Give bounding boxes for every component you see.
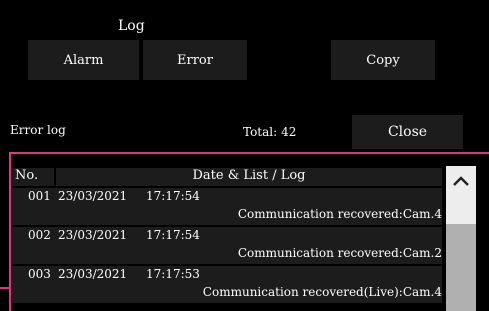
log-table: No. Date & List / Log 001 23/03/2021 17:… [12, 168, 442, 303]
chevron-up-icon [453, 176, 469, 186]
total-count: Total: 42 [243, 125, 296, 139]
header-date-log: Date & List / Log [56, 168, 442, 186]
total-label: Total: [243, 125, 278, 139]
error-button[interactable]: Error [143, 40, 247, 80]
scroll-up-button[interactable] [446, 166, 476, 196]
log-screen: { "title": "Log", "buttons": { "alarm": … [0, 0, 489, 311]
row-time: 17:17:53 [146, 267, 200, 281]
header-no: No. [12, 168, 54, 186]
row-time: 17:17:54 [146, 189, 200, 203]
table-row[interactable]: 002 23/03/2021 17:17:54 Communication re… [12, 227, 442, 264]
accent-connector [0, 287, 9, 289]
error-log-label: Error log [10, 123, 66, 137]
row-message: Communication recovered:Cam.4 [237, 207, 442, 221]
scrollbar[interactable] [446, 166, 476, 311]
row-time: 17:17:54 [146, 228, 200, 242]
page-title: Log [118, 18, 145, 34]
alarm-button[interactable]: Alarm [28, 40, 139, 80]
table-header: No. Date & List / Log [12, 168, 442, 186]
scroll-thumb[interactable] [446, 224, 476, 311]
row-date: 23/03/2021 [58, 189, 128, 203]
close-button[interactable]: Close [352, 115, 463, 149]
copy-button[interactable]: Copy [331, 40, 435, 80]
row-date: 23/03/2021 [58, 228, 128, 242]
row-date: 23/03/2021 [58, 267, 128, 281]
table-row[interactable]: 001 23/03/2021 17:17:54 Communication re… [12, 188, 442, 225]
row-message: Communication recovered:Cam.2 [237, 246, 442, 260]
row-no: 001 [28, 189, 51, 203]
table-row[interactable]: 003 23/03/2021 17:17:53 Communication re… [12, 266, 442, 303]
row-no: 002 [28, 228, 51, 242]
row-no: 003 [28, 267, 51, 281]
row-message: Communication recovered(Live):Cam.4 [202, 285, 442, 299]
total-value: 42 [281, 125, 297, 139]
